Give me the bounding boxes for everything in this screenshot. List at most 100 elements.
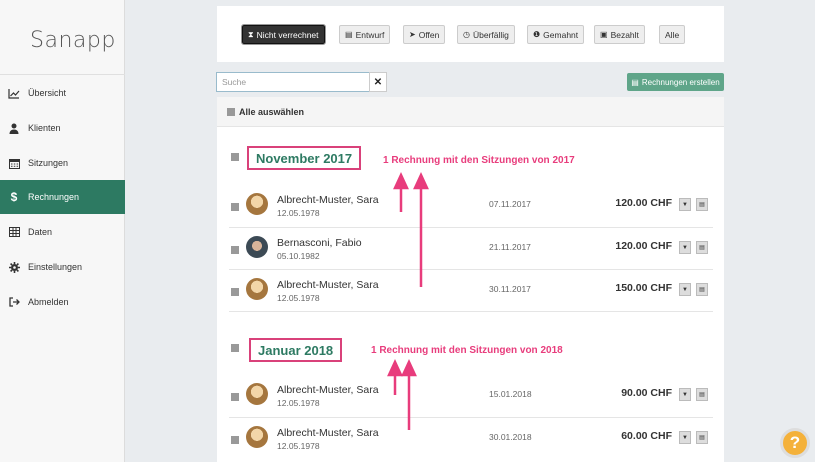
dropdown-button[interactable]: ▼ <box>679 388 691 401</box>
caret-down-icon: ▼ <box>682 201 688 208</box>
document-button[interactable]: ▤ <box>696 198 708 211</box>
dropdown-button[interactable]: ▼ <box>679 431 691 444</box>
row-checkbox[interactable] <box>231 246 239 254</box>
table-row[interactable]: Bernasconi, Fabio 05.10.1982 21.11.2017 … <box>217 228 724 270</box>
client-name: Albrecht-Muster, Sara <box>277 194 379 206</box>
client-dob: 12.05.1978 <box>277 441 320 451</box>
table-row[interactable]: Albrecht-Muster, Sara 12.05.1978 07.11.2… <box>217 185 724 227</box>
document-icon: ▤ <box>699 392 705 398</box>
table-row[interactable]: Albrecht-Muster, Sara 12.05.1978 30.01.2… <box>217 418 724 460</box>
user-icon <box>8 122 20 134</box>
filter-gemahnt-button[interactable]: ❶ Gemahnt <box>527 25 585 44</box>
filter-bezahlt-button[interactable]: ▣ Bezahlt <box>594 25 645 44</box>
client-dob: 05.10.1982 <box>277 251 320 261</box>
document-button[interactable]: ▤ <box>696 388 708 401</box>
session-date: 30.11.2017 <box>489 284 531 294</box>
row-checkbox[interactable] <box>231 393 239 401</box>
filter-label: Bezahlt <box>610 29 639 40</box>
clock-icon: ◷ <box>463 30 470 39</box>
caret-down-icon: ▼ <box>682 391 688 398</box>
row-checkbox[interactable] <box>231 436 239 444</box>
sidebar-item-label: Sitzungen <box>28 158 69 168</box>
amount: 120.00 CHF <box>615 197 672 209</box>
document-icon: ▤ <box>699 245 705 251</box>
filter-label: Gemahnt <box>543 29 579 40</box>
sidebar-item-klienten[interactable]: Klienten <box>0 111 125 145</box>
row-checkbox[interactable] <box>231 288 239 296</box>
row-checkbox[interactable] <box>231 203 239 211</box>
amount: 60.00 CHF <box>621 430 672 442</box>
select-all-row: Alle auswählen <box>217 97 724 127</box>
sidebar-item-rechnungen[interactable]: $ Rechnungen <box>0 180 125 214</box>
help-button[interactable]: ? <box>780 428 810 458</box>
avatar <box>246 383 268 405</box>
sidebar-item-label: Übersicht <box>28 88 67 98</box>
client-dob: 12.05.1978 <box>277 398 320 408</box>
money-icon: ▣ <box>600 30 608 39</box>
group-title: November 2017 <box>247 146 362 170</box>
annotation-text: 1 Rechnung mit den Sitzungen von 2017 <box>383 155 575 166</box>
filter-entwurf-button[interactable]: ▤ Entwurf <box>339 25 391 44</box>
filter-label: Entwurf <box>355 29 385 40</box>
amount: 90.00 CHF <box>621 387 672 399</box>
avatar <box>246 426 268 448</box>
document-button[interactable]: ▤ <box>696 241 708 254</box>
sidebar-item-abmelden[interactable]: Abmelden <box>0 285 125 319</box>
calendar-icon <box>8 157 20 169</box>
search-clear-button[interactable]: ✕ <box>369 72 387 92</box>
document-button[interactable]: ▤ <box>696 431 708 444</box>
logout-icon <box>8 296 20 308</box>
client-dob: 12.05.1978 <box>277 208 320 218</box>
session-date: 15.01.2018 <box>489 389 532 399</box>
filter-nicht-verrechnet-button[interactable]: ⧗ Nicht verrechnet <box>241 24 326 45</box>
filter-label: Alle <box>665 29 680 40</box>
dropdown-button[interactable]: ▼ <box>679 241 691 254</box>
create-invoices-button[interactable]: ▤ Rechnungen erstellen <box>627 73 724 91</box>
group-checkbox[interactable] <box>231 344 239 352</box>
filter-panel: ⧗ Nicht verrechnet ▤ Entwurf ➤ Offen ◷ Ü… <box>217 6 724 62</box>
caret-down-icon: ▼ <box>682 434 688 441</box>
document-icon: ▤ <box>699 287 705 293</box>
search-input[interactable]: Suche <box>216 72 370 92</box>
dollar-icon: $ <box>10 190 18 204</box>
group-title: Januar 2018 <box>249 338 343 362</box>
document-icon: ▤ <box>699 435 705 441</box>
filter-offen-button[interactable]: ➤ Offen <box>403 25 446 44</box>
group-checkbox[interactable] <box>231 153 239 161</box>
app-logo[interactable]: Sanapp <box>30 28 116 53</box>
avatar <box>246 193 268 215</box>
avatar <box>246 236 268 258</box>
table-icon <box>8 226 20 238</box>
filter-ueberfaellig-button[interactable]: ◷ Überfällig <box>457 25 515 44</box>
filter-alle-button[interactable]: Alle <box>659 25 686 44</box>
annotation-text: 1 Rechnung mit den Sitzungen von 2018 <box>371 345 563 356</box>
sidebar-item-uebersicht[interactable]: Übersicht <box>0 76 125 110</box>
sidebar-item-label: Einstellungen <box>28 262 83 272</box>
sidebar-item-daten[interactable]: Daten <box>0 215 125 249</box>
sidebar-item-label: Rechnungen <box>28 192 80 202</box>
table-row[interactable]: Albrecht-Muster, Sara 12.05.1978 15.01.2… <box>217 375 724 417</box>
sidebar-item-sitzungen[interactable]: Sitzungen <box>0 146 125 180</box>
client-name: Albrecht-Muster, Sara <box>277 279 379 291</box>
session-date: 21.11.2017 <box>489 242 531 252</box>
amount: 150.00 CHF <box>615 282 672 294</box>
chart-line-icon <box>8 87 20 99</box>
sidebar-item-label: Abmelden <box>28 297 69 307</box>
dropdown-button[interactable]: ▼ <box>679 283 691 296</box>
invoice-list: Alle auswählen November 2017 1 Rechnung … <box>217 97 724 462</box>
select-all-checkbox[interactable] <box>227 108 235 116</box>
document-icon: ▤ <box>345 30 353 39</box>
divider <box>0 74 125 75</box>
caret-down-icon: ▼ <box>682 286 688 293</box>
gear-icon <box>8 261 20 273</box>
exclamation-icon: ❶ <box>533 30 541 39</box>
dropdown-button[interactable]: ▼ <box>679 198 691 211</box>
session-date: 07.11.2017 <box>489 199 531 209</box>
avatar <box>246 278 268 300</box>
table-row[interactable]: Albrecht-Muster, Sara 12.05.1978 30.11.2… <box>217 270 724 312</box>
document-button[interactable]: ▤ <box>696 283 708 296</box>
create-invoices-label: Rechnungen erstellen <box>641 77 720 87</box>
session-date: 30.01.2018 <box>489 432 532 442</box>
amount: 120.00 CHF <box>615 240 672 252</box>
sidebar-item-einstellungen[interactable]: Einstellungen <box>0 250 125 284</box>
